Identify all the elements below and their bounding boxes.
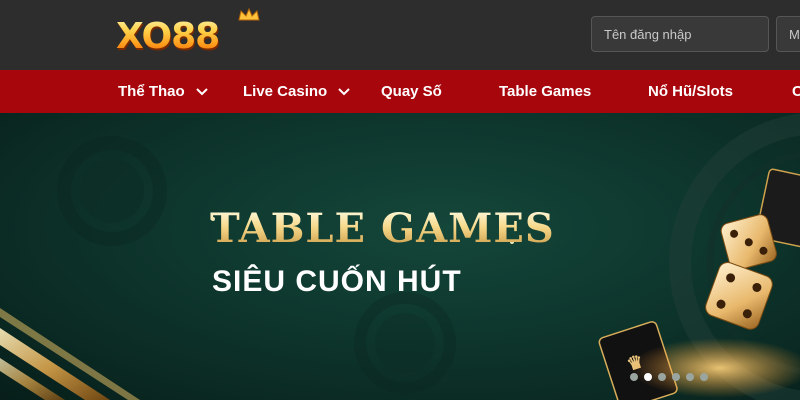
crown-icon xyxy=(238,8,260,21)
nav-item-label: Quay Số xyxy=(381,83,442,100)
logo-text: XO88 xyxy=(116,15,220,57)
banner-artwork: ♛ xyxy=(0,113,800,400)
chevron-down-icon xyxy=(195,87,208,95)
nav-item-partial[interactable]: C xyxy=(792,70,800,113)
nav-item-quay-so[interactable]: Quay Số xyxy=(381,70,442,113)
nav-item-live-casino[interactable]: Live Casino xyxy=(243,70,351,113)
site-logo[interactable]: XO88 xyxy=(116,8,260,60)
nav-item-no-hu-slots[interactable]: Nổ Hũ/Slots xyxy=(648,70,733,113)
carousel-dot[interactable] xyxy=(630,373,638,381)
hero-banner[interactable]: ♛ TABLE GAMES SIÊU CUỐN HÚT xyxy=(0,113,800,400)
chip-shadow-left xyxy=(57,136,167,246)
username-input[interactable] xyxy=(591,16,769,52)
carousel-dot[interactable] xyxy=(672,373,680,381)
nav-item-label: Live Casino xyxy=(243,83,328,100)
carousel-indicators xyxy=(630,373,708,381)
nav-item-label: Nổ Hũ/Slots xyxy=(648,83,733,100)
password-input[interactable] xyxy=(776,16,800,52)
carousel-dot[interactable] xyxy=(686,373,694,381)
nav-item-table-games[interactable]: Table Games xyxy=(499,70,591,113)
top-header: XO88 xyxy=(0,0,800,70)
chevron-down-icon xyxy=(338,87,350,95)
nav-item-label: Table Games xyxy=(499,83,592,100)
main-nav: Thể Thao Live Casino Quay Số Table Games… xyxy=(0,70,800,113)
nav-item-label: C xyxy=(792,83,800,100)
chip-shadow-bottom xyxy=(354,292,456,394)
nav-item-the-thao[interactable]: Thể Thao xyxy=(118,70,209,113)
banner-title: TABLE GAMES xyxy=(210,205,555,252)
gold-streaks xyxy=(0,308,140,400)
carousel-dot-active[interactable] xyxy=(644,373,652,381)
carousel-dot[interactable] xyxy=(658,373,666,381)
carousel-dot[interactable] xyxy=(700,373,708,381)
banner-subtitle: SIÊU CUỐN HÚT xyxy=(212,265,462,298)
nav-item-label: Thể Thao xyxy=(118,83,185,100)
